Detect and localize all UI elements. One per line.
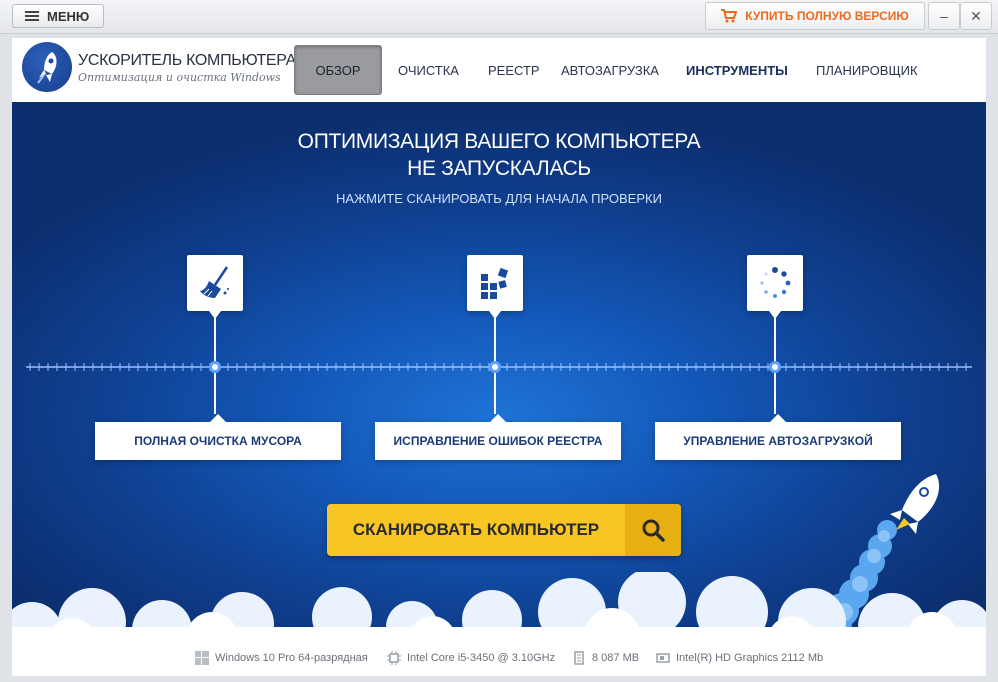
minimize-button[interactable]: – xyxy=(928,2,960,30)
feature-label: ПОЛНАЯ ОЧИСТКА МУСОРА xyxy=(134,434,302,448)
status-ram-text: 8 087 MB xyxy=(592,652,640,664)
tab-label: ОБЗОР xyxy=(315,62,361,78)
status-os: Windows 10 Pro 64-разрядная xyxy=(195,651,368,665)
tab-label: ИНСТРУМЕНТЫ xyxy=(686,62,788,78)
status-gpu: Intel(R) HD Graphics 2112 Mb xyxy=(656,651,823,665)
memory-icon xyxy=(574,651,584,665)
minimize-icon: – xyxy=(940,8,948,24)
status-gpu-text: Intel(R) HD Graphics 2112 Mb xyxy=(676,652,824,664)
hero-title-line1: ОПТИМИЗАЦИЯ ВАШЕГО КОМПЬЮТЕРА xyxy=(297,130,701,153)
menu-label: МЕНЮ xyxy=(47,8,90,24)
status-os-text: Windows 10 Pro 64-разрядная xyxy=(215,652,368,664)
rocket-icon xyxy=(22,42,72,92)
connector-line xyxy=(214,315,216,361)
scan-computer-button[interactable]: СКАНИРОВАТЬ КОМПЬЮТЕР xyxy=(327,504,681,556)
timeline-node xyxy=(769,361,781,373)
menu-button[interactable]: МЕНЮ xyxy=(12,4,104,28)
cpu-icon xyxy=(387,651,401,665)
connector-line xyxy=(494,315,496,361)
tab-label: ПЛАНИРОВЩИК xyxy=(816,62,918,78)
hero-subtitle: НАЖМИТЕ СКАНИРОВАТЬ ДЛЯ НАЧАЛА ПРОВЕРКИ xyxy=(336,191,662,206)
close-button[interactable]: ✕ xyxy=(960,2,992,30)
close-icon: ✕ xyxy=(970,7,982,24)
connector-line xyxy=(774,315,776,361)
cart-icon xyxy=(721,9,738,23)
feature-junk-cleanup[interactable]: ПОЛНАЯ ОЧИСТКА МУСОРА xyxy=(95,414,341,460)
feature-label: ИСПРАВЛЕНИЕ ОШИБОК РЕЕСТРА xyxy=(393,434,603,448)
windows-icon xyxy=(195,651,209,665)
app-header: УСКОРИТЕЛЬ КОМПЬЮТЕРА Оптимизация и очис… xyxy=(12,38,986,102)
status-cpu-text: Intel Core i5-3450 @ 3.10GHz xyxy=(407,652,556,664)
feature-autostart-manage[interactable]: УПРАВЛЕНИЕ АВТОЗАГРУЗКОЙ xyxy=(655,414,901,460)
status-ram: 8 087 MB xyxy=(572,651,639,665)
tab-label: РЕЕСТР xyxy=(488,62,540,78)
hamburger-icon xyxy=(25,11,39,21)
buy-full-version-button[interactable]: КУПИТЬ ПОЛНУЮ ВЕРСИЮ xyxy=(705,2,925,30)
broom-icon xyxy=(187,255,243,319)
tab-cleaning[interactable]: ОЧИСТКА xyxy=(398,45,459,95)
connector-line xyxy=(774,373,776,414)
scan-label: СКАНИРОВАТЬ КОМПЬЮТЕР xyxy=(352,520,600,539)
timeline-node xyxy=(209,361,221,373)
tab-autostart[interactable]: АВТОЗАГРУЗКА xyxy=(561,45,659,95)
status-bar: Windows 10 Pro 64-разрядная Intel Core i… xyxy=(12,642,986,676)
spinner-icon xyxy=(747,255,803,319)
tab-tools[interactable]: ИНСТРУМЕНТЫ xyxy=(686,45,788,95)
tab-label: ОЧИСТКА xyxy=(398,62,459,78)
title-bar: МЕНЮ КУПИТЬ ПОЛНУЮ ВЕРСИЮ – ✕ xyxy=(0,0,998,34)
feature-registry-fix[interactable]: ИСПРАВЛЕНИЕ ОШИБОК РЕЕСТРА xyxy=(375,414,621,460)
search-icon xyxy=(625,504,681,556)
tab-scheduler[interactable]: ПЛАНИРОВЩИК xyxy=(816,45,918,95)
hero-title-line2: НЕ ЗАПУСКАЛАСЬ xyxy=(407,157,591,180)
tab-registry[interactable]: РЕЕСТР xyxy=(488,45,540,95)
connector-line xyxy=(214,373,216,414)
app-title: УСКОРИТЕЛЬ КОМПЬЮТЕРА xyxy=(78,52,296,69)
clouds-decoration xyxy=(12,572,986,642)
app-subtitle: Оптимизация и очистка Windows xyxy=(78,71,281,84)
timeline-node xyxy=(489,361,501,373)
gpu-icon xyxy=(656,653,670,663)
buy-label: КУПИТЬ ПОЛНУЮ ВЕРСИЮ xyxy=(745,9,909,23)
registry-blocks-icon xyxy=(467,255,523,319)
connector-line xyxy=(494,373,496,414)
feature-label: УПРАВЛЕНИЕ АВТОЗАГРУЗКОЙ xyxy=(683,434,873,448)
status-cpu: Intel Core i5-3450 @ 3.10GHz xyxy=(387,651,555,665)
tab-overview[interactable]: ОБЗОР xyxy=(294,45,382,95)
tab-label: АВТОЗАГРУЗКА xyxy=(561,62,659,78)
overview-panel: ОПТИМИЗАЦИЯ ВАШЕГО КОМПЬЮТЕРА НЕ ЗАПУСКА… xyxy=(12,102,986,642)
